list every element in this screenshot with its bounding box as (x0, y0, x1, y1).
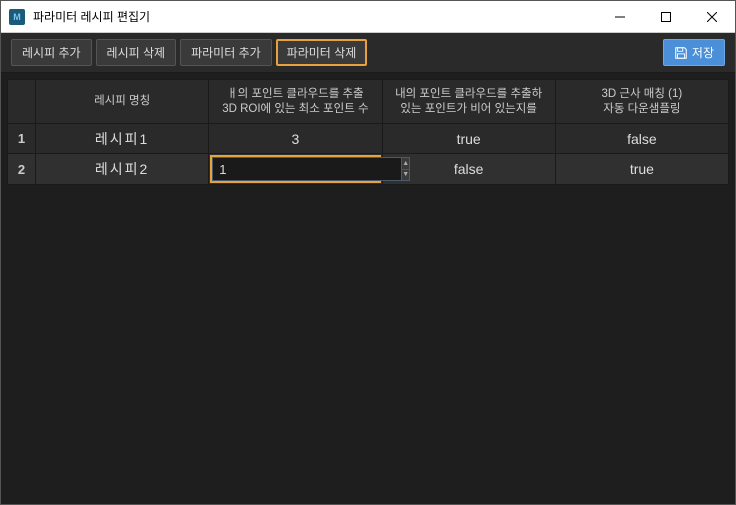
minimize-icon (615, 12, 625, 22)
cell-spinner[interactable]: ▲ ▼ (209, 154, 382, 185)
app-icon: M (9, 9, 25, 25)
row-index: 1 (8, 124, 36, 154)
table-header-row: 레시피 명칭 ㅐ의 포인트 클라우드를 추출3D ROI에 있는 최소 포인트 … (8, 80, 729, 124)
delete-recipe-button[interactable]: 레시피 삭제 (96, 39, 177, 66)
header-col3: 3D 근사 매칭 (1)자동 다운샘플링 (555, 80, 728, 124)
table-row[interactable]: 2 레시피2 ▲ ▼ (8, 154, 729, 185)
content-area: 레시피 명칭 ㅐ의 포인트 클라우드를 추출3D ROI에 있는 최소 포인트 … (1, 73, 735, 504)
save-button[interactable]: 저장 (663, 39, 725, 66)
recipe-table: 레시피 명칭 ㅐ의 포인트 클라우드를 추출3D ROI에 있는 최소 포인트 … (7, 79, 729, 185)
header-index (8, 80, 36, 124)
header-col2: 내의 포인트 클라우드를 추출하있는 포인트가 비어 있는지를 (382, 80, 555, 124)
add-param-button[interactable]: 파라미터 추가 (180, 39, 272, 66)
spinner-up-button[interactable]: ▲ (402, 158, 409, 170)
header-col1: ㅐ의 포인트 클라우드를 추출3D ROI에 있는 최소 포인트 수 (209, 80, 382, 124)
recipe-name-cell[interactable]: 레시피2 (36, 154, 209, 185)
chevron-up-icon: ▲ (402, 160, 409, 167)
cell-value[interactable]: true (382, 124, 555, 154)
cell-value[interactable]: true (555, 154, 728, 185)
close-button[interactable] (689, 1, 735, 32)
spinner-down-button[interactable]: ▼ (402, 170, 409, 181)
toolbar: 레시피 추가 레시피 삭제 파라미터 추가 파라미터 삭제 저장 (1, 33, 735, 73)
window-controls (597, 1, 735, 32)
cell-value[interactable]: 3 (209, 124, 382, 154)
close-icon (707, 12, 717, 22)
delete-param-button[interactable]: 파라미터 삭제 (276, 39, 368, 66)
table-row[interactable]: 1 레시피1 3 true false (8, 124, 729, 154)
window-title: 파라미터 레시피 편집기 (33, 8, 597, 25)
minimize-button[interactable] (597, 1, 643, 32)
save-label: 저장 (692, 44, 714, 61)
cell-value[interactable]: false (555, 124, 728, 154)
recipe-name-cell[interactable]: 레시피1 (36, 124, 209, 154)
chevron-down-icon: ▼ (402, 171, 409, 178)
maximize-button[interactable] (643, 1, 689, 32)
maximize-icon (661, 12, 671, 22)
titlebar: M 파라미터 레시피 편집기 (1, 1, 735, 33)
row-index: 2 (8, 154, 36, 185)
header-name: 레시피 명칭 (36, 80, 209, 124)
spinner-buttons: ▲ ▼ (401, 157, 410, 181)
save-icon (674, 46, 688, 60)
window: M 파라미터 레시피 편집기 레시피 추가 레시피 삭제 파라미터 추가 파라미… (0, 0, 736, 505)
add-recipe-button[interactable]: 레시피 추가 (11, 39, 92, 66)
spinner-input[interactable] (212, 157, 401, 181)
spinner-highlight: ▲ ▼ (210, 155, 380, 183)
